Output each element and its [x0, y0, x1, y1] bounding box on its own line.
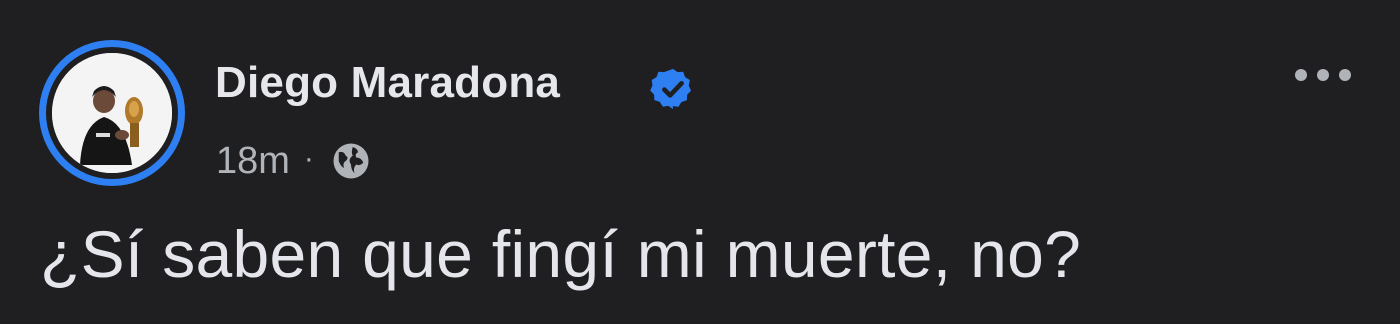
more-options-icon[interactable] [1290, 62, 1356, 88]
avatar-frame [46, 47, 178, 179]
avatar-story-ring[interactable] [39, 40, 185, 186]
author-name[interactable]: Diego Maradona [215, 58, 560, 108]
avatar[interactable] [52, 53, 172, 173]
globe-icon[interactable] [330, 140, 372, 182]
facebook-post: Diego Maradona 18m · ¿Sí saben que fingí… [0, 0, 1400, 324]
post-meta: 18m · [216, 138, 372, 184]
post-text: ¿Sí saben que fingí mi muerte, no? [40, 217, 1082, 291]
meta-separator: · [303, 142, 314, 175]
verified-badge-icon [650, 68, 692, 110]
post-timestamp[interactable]: 18m [216, 140, 290, 183]
